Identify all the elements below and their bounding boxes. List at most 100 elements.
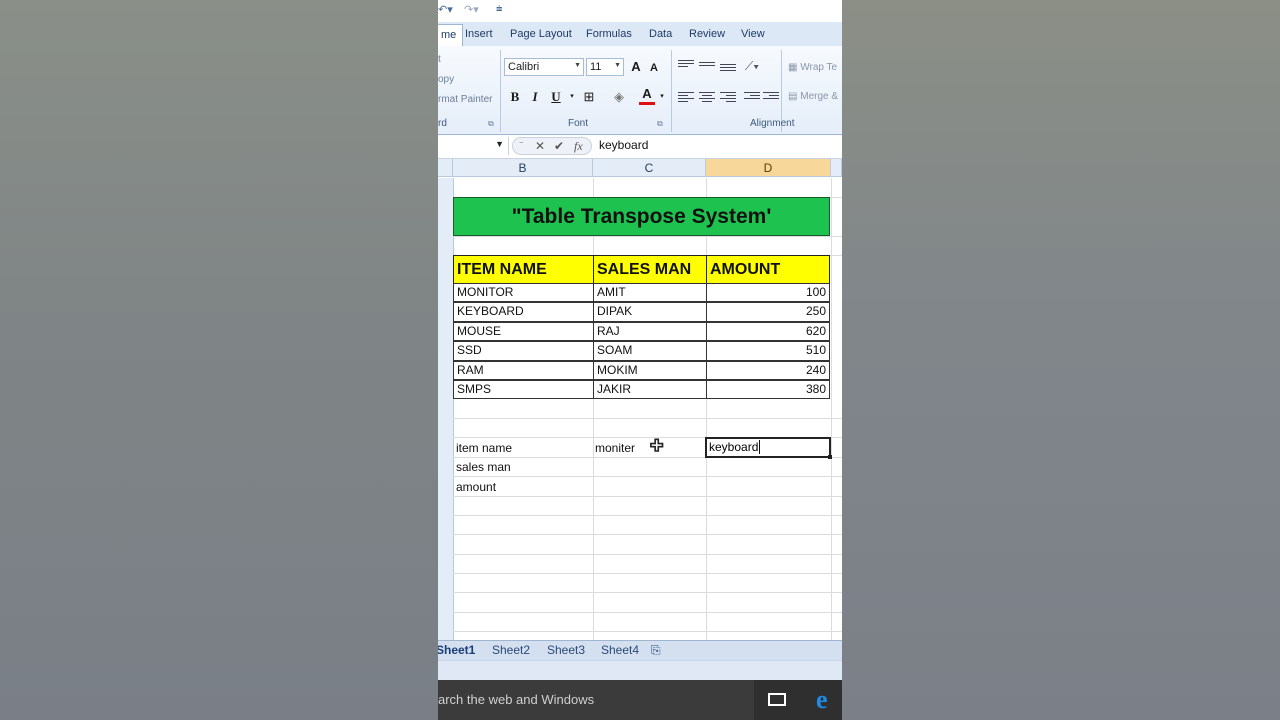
status-bar [438,660,842,681]
transpose-cell-c[interactable]: moniter [595,441,635,455]
underline-button[interactable]: U [548,88,564,106]
cell-item[interactable]: MOUSE [453,321,594,342]
column-header-c[interactable]: C [593,159,706,177]
copy-button[interactable]: opy [438,74,454,85]
align-middle-icon[interactable] [699,60,715,74]
formula-input[interactable]: keyboard [599,138,648,152]
column-header-b[interactable]: B [453,159,593,177]
increase-indent-icon[interactable] [763,90,779,104]
align-bottom-icon[interactable] [720,62,736,76]
align-top-icon[interactable] [678,58,694,72]
align-right-icon[interactable] [720,90,736,104]
chevron-down-icon[interactable]: ▾ [658,88,666,106]
font-size-combo[interactable]: 11 ▼ [586,58,624,76]
header-sales-man[interactable]: SALES MAN [593,255,707,284]
borders-icon[interactable]: ⊞ [581,88,597,106]
bold-button[interactable]: B [508,88,522,106]
select-all-corner[interactable] [438,159,453,177]
chevron-down-icon[interactable]: ▾ [568,88,576,106]
cell-amount[interactable]: 510 [706,341,830,361]
name-box[interactable]: ▼ [438,137,509,155]
sheet-tab-4[interactable]: Sheet4 [601,643,639,657]
windows-taskbar: arch the web and Windows e [438,680,842,720]
cell-amount[interactable]: 240 [706,360,830,380]
transpose-label-item-name[interactable]: item name [456,441,512,455]
cell-item[interactable]: SMPS [453,380,594,400]
grow-font-button[interactable]: A [628,58,644,76]
cell-salesman[interactable]: SOAM [593,341,707,361]
cell-salesman[interactable]: AMIT [593,283,707,303]
align-center-icon[interactable] [699,90,715,104]
group-separator [671,50,672,132]
cell-item[interactable]: RAM [453,360,594,380]
cell-item[interactable]: KEYBOARD [453,302,594,322]
sheet-tab-3[interactable]: Sheet3 [547,643,585,657]
font-launcher-icon[interactable]: ⧉ [657,119,663,129]
sheet-tab-2[interactable]: Sheet2 [492,643,530,657]
enter-icon[interactable]: ✔ [554,139,564,153]
cut-button[interactable]: t [438,54,441,65]
ribbon-tabs: me Insert Page Layout Formulas Data Revi… [438,22,842,47]
shrink-font-button[interactable]: A [647,59,661,77]
wrap-text-button[interactable]: ▦ Wrap Te [788,62,837,73]
cell-cursor-icon: ✚ [649,438,664,456]
column-header-d[interactable]: D [706,159,831,177]
cell-amount[interactable]: 250 [706,302,830,322]
insert-function-button[interactable]: fx [574,139,583,154]
undo-icon[interactable]: ↶▾ [438,3,453,16]
tab-data[interactable]: Data [649,28,672,40]
transpose-label-amount[interactable]: amount [456,480,496,494]
header-amount[interactable]: AMOUNT [706,255,830,284]
tab-formulas[interactable]: Formulas [586,28,632,40]
tab-review[interactable]: Review [689,28,725,40]
clipboard-launcher-icon[interactable]: ⧉ [488,119,494,129]
italic-button[interactable]: I [528,88,542,106]
edge-browser-icon[interactable]: e [816,686,828,714]
orientation-icon[interactable]: ⟋▾ [742,57,762,75]
cancel-icon[interactable]: ✕ [535,139,545,153]
cell-amount[interactable]: 620 [706,321,830,342]
insert-sheet-icon[interactable]: ⎘ [651,643,661,658]
group-separator [500,50,501,132]
cell-amount[interactable]: 380 [706,380,830,400]
tab-insert[interactable]: Insert [465,28,493,40]
cell-salesman[interactable]: JAKIR [593,380,707,400]
active-cell-value: keyboard [709,440,759,454]
align-left-icon[interactable] [678,90,694,104]
redo-icon[interactable]: ↷▾ [464,3,479,16]
tab-view[interactable]: View [741,28,765,40]
table-title[interactable]: "Table Transpose System' [453,197,830,236]
font-color-button[interactable]: A [639,86,655,105]
cell-salesman[interactable]: DIPAK [593,302,707,322]
tab-page-layout[interactable]: Page Layout [510,28,572,40]
tab-home[interactable]: me [438,24,464,46]
font-group-label: Font [568,118,589,129]
merge-button[interactable]: ▤ Merge & [788,91,838,102]
font-name-combo[interactable]: Calibri ▼ [504,58,584,76]
fill-color-icon[interactable]: ◈ [610,88,628,106]
formula-buttons: ⁻ ✕ ✔ fx [512,137,592,155]
format-painter-button[interactable]: rmat Painter [438,94,492,105]
decrease-indent-icon[interactable] [744,90,760,104]
cell-amount[interactable]: 100 [706,283,830,303]
cell-salesman[interactable]: MOKIM [593,360,707,380]
text-caret [759,440,761,454]
header-item-name[interactable]: ITEM NAME [453,255,594,284]
chevron-down-icon: ▼ [614,62,621,69]
chevron-down-icon[interactable]: ▼ [495,139,504,149]
task-view-icon[interactable] [768,693,786,706]
background-right [842,0,1280,720]
cell-item[interactable]: MONITOR [453,283,594,303]
sheet-tab-1[interactable]: Sheet1 [438,643,475,657]
taskbar-search[interactable]: arch the web and Windows [438,680,754,720]
customize-qat-icon[interactable]: ⩧ [496,3,502,16]
column-header-e[interactable] [831,159,842,177]
active-cell-editor[interactable]: keyboard [705,437,832,459]
chevron-down-icon: ▼ [574,62,581,69]
fill-handle[interactable] [828,455,832,459]
expand-icon[interactable]: ⁻ [519,139,524,150]
transpose-label-sales-man[interactable]: sales man [456,460,511,474]
cell-item[interactable]: SSD [453,341,594,361]
cell-salesman[interactable]: RAJ [593,321,707,342]
row-headers[interactable] [438,178,454,640]
